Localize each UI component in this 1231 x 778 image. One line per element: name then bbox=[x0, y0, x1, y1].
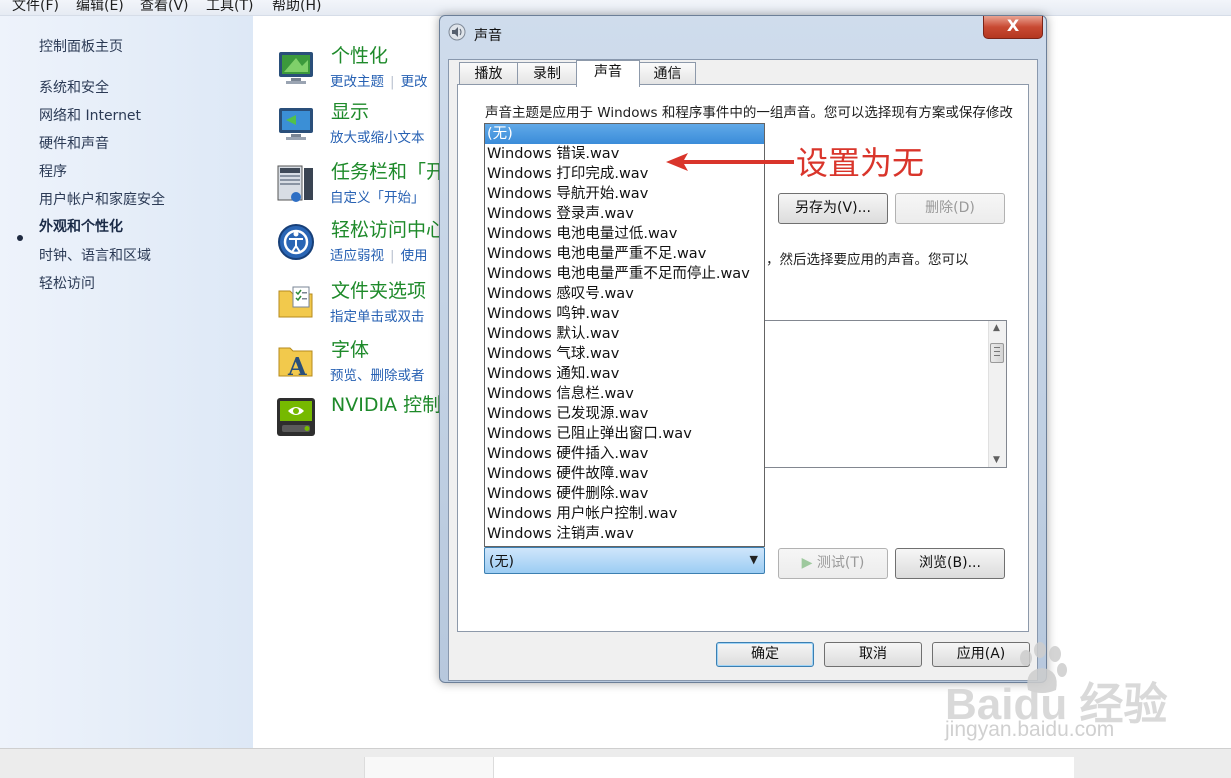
link-preview-delete[interactable]: 预览、删除或者 bbox=[330, 368, 425, 384]
annotation-arrow-icon bbox=[666, 153, 794, 171]
menu-view[interactable]: 查看(V) bbox=[140, 0, 189, 15]
sound-combobox[interactable]: (无) ▼ bbox=[484, 547, 765, 574]
sound-dialog: 声音 X 播放 录制 声音 通信 声音主题是应用于 Windows 和程序事件中… bbox=[439, 15, 1047, 683]
category-title[interactable]: 显示 bbox=[331, 97, 369, 124]
tab-recording[interactable]: 录制 bbox=[517, 62, 577, 84]
menu-help[interactable]: 帮助(H) bbox=[272, 0, 321, 15]
link-single-double-click[interactable]: 指定单击或双击 bbox=[330, 309, 425, 325]
nav-appearance-personalization[interactable]: 外观和个性化 bbox=[39, 216, 123, 236]
sound-option[interactable]: Windows 信息栏.wav bbox=[485, 384, 764, 404]
active-nav-bullet bbox=[17, 235, 23, 241]
delete-button[interactable]: 删除(D) bbox=[895, 193, 1005, 224]
tab-playback[interactable]: 播放 bbox=[459, 62, 518, 84]
category-title[interactable]: NVIDIA 控制 bbox=[331, 390, 441, 417]
status-segment bbox=[493, 757, 1074, 778]
taskbar-icon bbox=[277, 165, 313, 202]
sound-option[interactable]: Windows 硬件故障.wav bbox=[485, 464, 764, 484]
link-separator: | bbox=[390, 248, 395, 264]
link-use[interactable]: 使用 bbox=[401, 248, 428, 264]
nav-user-accounts[interactable]: 用户帐户和家庭安全 bbox=[39, 189, 165, 209]
combo-value: (无) bbox=[489, 554, 514, 570]
sound-option[interactable]: Windows 注销声.wav bbox=[485, 524, 764, 544]
category-links: 自定义「开始」 bbox=[330, 186, 425, 206]
dialog-title: 声音 bbox=[474, 28, 502, 44]
sound-option[interactable]: Windows 硬件删除.wav bbox=[485, 484, 764, 504]
test-button-label: 测试(T) bbox=[816, 555, 865, 571]
events-description-fragment: ，然后选择要应用的声音。您可以 bbox=[766, 252, 969, 268]
category-title[interactable]: 轻松访问中心 bbox=[331, 215, 445, 242]
chevron-down-icon[interactable]: ▼ bbox=[750, 553, 758, 566]
nav-network-internet[interactable]: 网络和 Internet bbox=[39, 105, 141, 125]
scroll-down-arrow-icon[interactable]: ▼ bbox=[993, 455, 1000, 465]
display-icon bbox=[279, 108, 313, 140]
category-title[interactable]: 个性化 bbox=[331, 41, 388, 68]
fonts-icon: A bbox=[278, 347, 313, 381]
link-zoom-text[interactable]: 放大或缩小文本 bbox=[330, 130, 425, 146]
scroll-thumb[interactable] bbox=[990, 343, 1004, 363]
sound-option[interactable]: Windows 气球.wav bbox=[485, 344, 764, 364]
category-links: 预览、删除或者 bbox=[330, 364, 425, 384]
program-events-list[interactable]: ▲ ▼ bbox=[758, 320, 1007, 468]
nav-programs[interactable]: 程序 bbox=[39, 161, 67, 181]
category-links: 更改主题 | 更改 bbox=[330, 70, 428, 90]
test-button[interactable]: ▶ 测试(T) bbox=[778, 548, 888, 579]
link-change[interactable]: 更改 bbox=[401, 74, 428, 90]
sound-option[interactable]: Windows 硬件插入.wav bbox=[485, 444, 764, 464]
menu-file[interactable]: 文件(F) bbox=[12, 0, 59, 15]
ease-of-access-icon bbox=[278, 224, 314, 260]
left-nav-pane: 控制面板主页 系统和安全 网络和 Internet 硬件和声音 程序 用户帐户和… bbox=[0, 16, 253, 748]
sound-option[interactable]: Windows 电池电量严重不足而停止.wav bbox=[485, 264, 764, 284]
ok-button[interactable]: 确定 bbox=[716, 642, 814, 667]
nav-system-security[interactable]: 系统和安全 bbox=[39, 77, 109, 97]
scroll-up-arrow-icon[interactable]: ▲ bbox=[993, 323, 1000, 333]
category-links: 放大或缩小文本 bbox=[330, 126, 425, 146]
sound-option[interactable]: Windows 通知.wav bbox=[485, 364, 764, 384]
svg-text:A: A bbox=[287, 352, 307, 381]
events-scrollbar[interactable]: ▲ ▼ bbox=[988, 321, 1006, 467]
sound-dropdown-list[interactable]: (无) Windows 错误.wav Windows 打印完成.wav Windows… bbox=[484, 123, 765, 547]
link-separator: | bbox=[390, 74, 395, 90]
sound-option[interactable]: Windows 登录声.wav bbox=[485, 204, 764, 224]
category-title[interactable]: 字体 bbox=[331, 335, 369, 362]
tab-communications[interactable]: 通信 bbox=[639, 62, 696, 84]
watermark-url: jingyan.baidu.com bbox=[945, 718, 1115, 741]
close-button[interactable]: X bbox=[983, 16, 1043, 39]
folder-options-icon bbox=[278, 286, 313, 318]
sound-option[interactable]: Windows 已发现源.wav bbox=[485, 404, 764, 424]
sound-option[interactable]: Windows 导航开始.wav bbox=[485, 184, 764, 204]
annotation-text: 设置为无 bbox=[796, 144, 925, 182]
speaker-icon bbox=[448, 23, 466, 41]
link-customize-start[interactable]: 自定义「开始」 bbox=[330, 190, 425, 206]
browse-button[interactable]: 浏览(B)... bbox=[895, 548, 1005, 579]
link-change-theme[interactable]: 更改主题 bbox=[330, 74, 384, 90]
menu-bar: 文件(F) 编辑(E) 查看(V) 工具(T) 帮助(H) bbox=[0, 0, 1231, 16]
category-links: 指定单击或双击 bbox=[330, 305, 425, 325]
save-as-button[interactable]: 另存为(V)... bbox=[778, 193, 888, 224]
nav-hardware-sound[interactable]: 硬件和声音 bbox=[39, 133, 109, 153]
sound-option[interactable]: Windows 已阻止弹出窗口.wav bbox=[485, 424, 764, 444]
category-title[interactable]: 文件夹选项 bbox=[331, 276, 426, 303]
sound-option[interactable]: Windows 用户帐户控制.wav bbox=[485, 504, 764, 524]
cancel-button[interactable]: 取消 bbox=[824, 642, 922, 667]
sound-option[interactable]: (无) bbox=[485, 124, 764, 144]
category-links: 适应弱视 | 使用 bbox=[330, 244, 428, 264]
link-low-vision[interactable]: 适应弱视 bbox=[330, 248, 384, 264]
sound-option[interactable]: Windows 鸣钟.wav bbox=[485, 304, 764, 324]
nav-control-panel-home[interactable]: 控制面板主页 bbox=[39, 36, 123, 56]
menu-edit[interactable]: 编辑(E) bbox=[76, 0, 124, 15]
sound-option[interactable]: Windows 感叹号.wav bbox=[485, 284, 764, 304]
sound-option[interactable]: Windows 默认.wav bbox=[485, 324, 764, 344]
bottom-status-strip bbox=[0, 748, 1231, 778]
play-icon: ▶ bbox=[801, 555, 813, 571]
personalization-icon bbox=[279, 52, 313, 84]
nav-clock-language-region[interactable]: 时钟、语言和区域 bbox=[39, 245, 151, 265]
nvidia-icon bbox=[277, 398, 315, 436]
status-segment bbox=[364, 757, 493, 778]
sound-option[interactable]: Windows 电池电量严重不足.wav bbox=[485, 244, 764, 264]
menu-tools[interactable]: 工具(T) bbox=[206, 0, 253, 15]
nav-ease-of-access[interactable]: 轻松访问 bbox=[39, 273, 95, 293]
sound-option[interactable]: Windows 电池电量过低.wav bbox=[485, 224, 764, 244]
category-title[interactable]: 任务栏和「开 bbox=[331, 157, 445, 184]
tab-sounds[interactable]: 声音 bbox=[576, 60, 640, 87]
